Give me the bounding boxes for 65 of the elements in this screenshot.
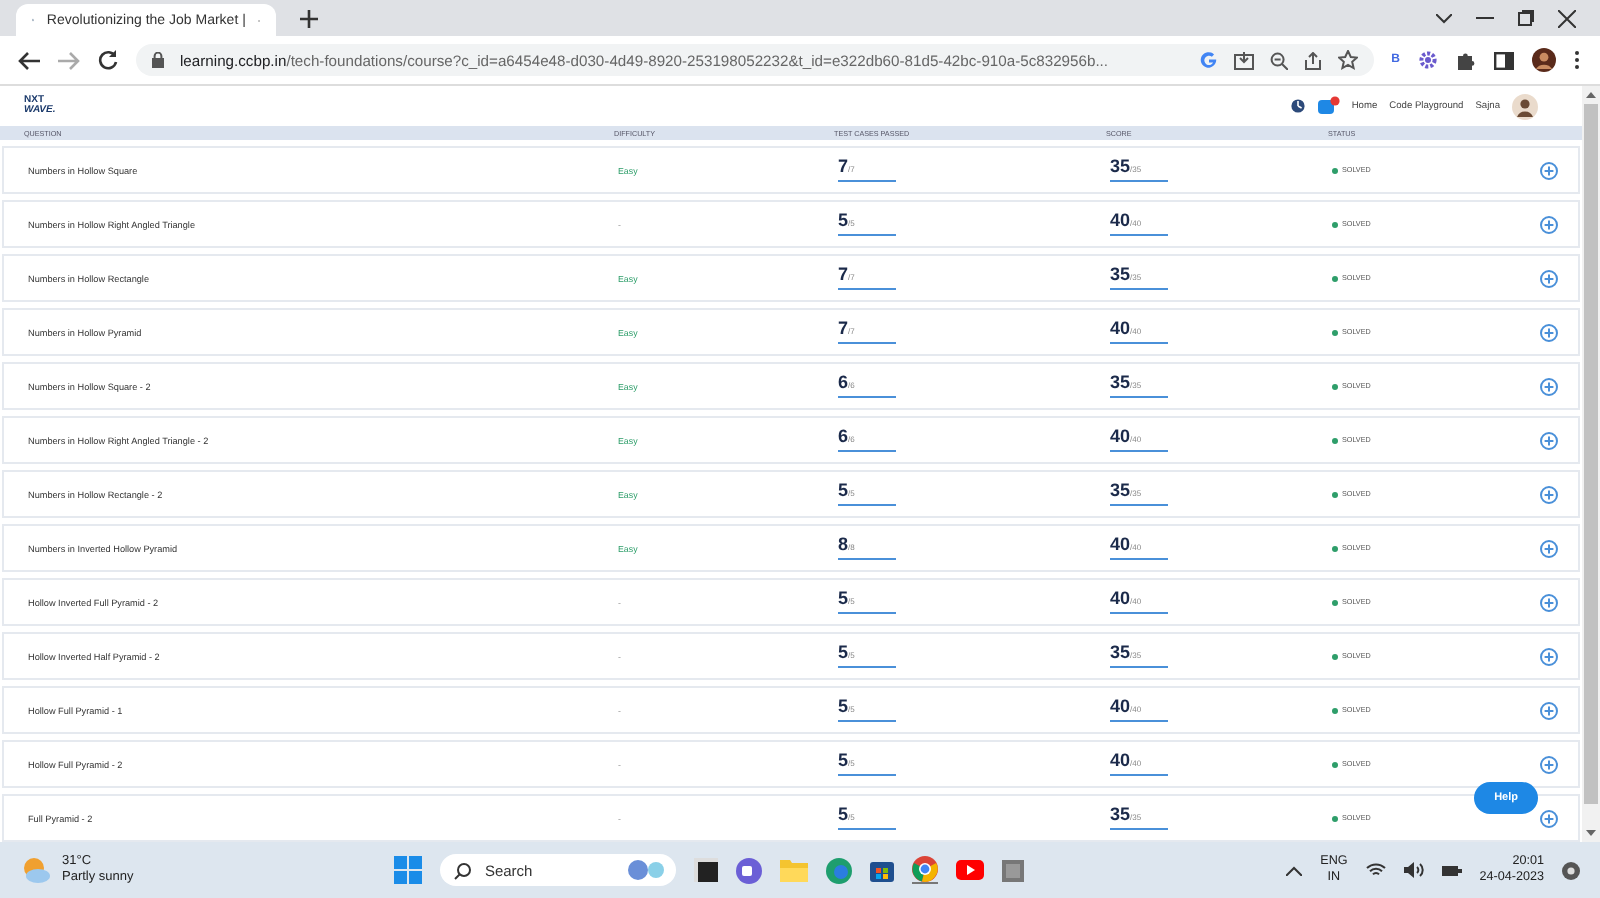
zoom-out-icon[interactable] — [1269, 51, 1288, 69]
windows-icon[interactable] — [394, 856, 423, 884]
video-call-icon[interactable] — [736, 857, 763, 883]
avatar-icon[interactable] — [1512, 93, 1538, 119]
status-dot-icon — [1332, 491, 1338, 497]
status-dot-icon — [1332, 167, 1338, 173]
app-icon[interactable] — [1002, 859, 1025, 881]
expand-icon[interactable] — [1540, 269, 1558, 287]
status-dot-icon — [1332, 221, 1338, 227]
expand-icon[interactable] — [1540, 539, 1558, 557]
more-icon[interactable] — [1574, 50, 1580, 70]
expand-icon[interactable] — [1540, 485, 1558, 503]
task-view-icon[interactable] — [694, 858, 719, 882]
chevron-down-icon[interactable] — [1436, 13, 1452, 23]
volume-icon[interactable] — [1403, 862, 1424, 878]
scroll-up-icon[interactable] — [1586, 92, 1596, 98]
status-dot-icon — [1332, 761, 1338, 767]
expand-icon[interactable] — [1540, 647, 1558, 665]
status-dot-icon — [1332, 329, 1338, 335]
back-icon[interactable] — [18, 51, 40, 69]
status-dot-icon — [1332, 599, 1338, 605]
new-tab-icon[interactable] — [300, 9, 318, 27]
expand-icon[interactable] — [1540, 215, 1558, 233]
video-play-icon[interactable] — [956, 860, 985, 880]
status-dot-icon — [1332, 383, 1338, 389]
restore-icon[interactable] — [1518, 10, 1534, 26]
notification-icon[interactable] — [1562, 861, 1580, 879]
scrollbar[interactable] — [1582, 86, 1600, 842]
avatar-icon[interactable] — [1532, 48, 1556, 72]
battery-icon[interactable] — [1441, 863, 1462, 877]
side-panel-icon[interactable] — [1494, 51, 1514, 69]
status-dot-icon — [1332, 275, 1338, 281]
status-dot-icon — [1332, 545, 1338, 551]
edge-icon[interactable] — [826, 857, 853, 883]
install-icon[interactable] — [1233, 51, 1254, 69]
reload-icon[interactable] — [98, 50, 118, 70]
status-dot-icon — [1332, 437, 1338, 443]
search-icon — [454, 861, 473, 879]
search-highlight-icon — [626, 858, 667, 882]
chevron-up-icon[interactable] — [1286, 865, 1303, 875]
scroll-down-icon[interactable] — [1586, 830, 1596, 836]
star-icon[interactable] — [1337, 50, 1358, 70]
store-icon[interactable] — [870, 858, 895, 882]
lock-icon — [152, 52, 164, 68]
wifi-icon[interactable] — [1365, 862, 1386, 878]
expand-icon[interactable] — [1540, 809, 1558, 827]
status-dot-icon — [1332, 653, 1338, 659]
chat-icon[interactable] — [1317, 96, 1340, 116]
expand-icon[interactable] — [1540, 593, 1558, 611]
share-icon[interactable] — [1303, 51, 1322, 69]
google-icon[interactable] — [1199, 51, 1218, 69]
minimize-icon[interactable] — [1476, 16, 1494, 20]
expand-icon[interactable] — [1540, 755, 1558, 773]
timer-icon[interactable] — [1289, 98, 1306, 114]
gear-icon[interactable] — [1418, 50, 1438, 70]
expand-icon[interactable] — [1540, 161, 1558, 179]
scrollbar-thumb[interactable] — [1584, 104, 1598, 804]
expand-icon[interactable] — [1540, 701, 1558, 719]
expand-icon[interactable] — [1540, 431, 1558, 449]
expand-icon[interactable] — [1540, 377, 1558, 395]
chrome-icon[interactable] — [912, 856, 939, 884]
expand-icon[interactable] — [1540, 323, 1558, 341]
status-dot-icon — [1332, 707, 1338, 713]
puzzle-icon[interactable] — [1456, 50, 1476, 70]
status-dot-icon — [1332, 815, 1338, 821]
